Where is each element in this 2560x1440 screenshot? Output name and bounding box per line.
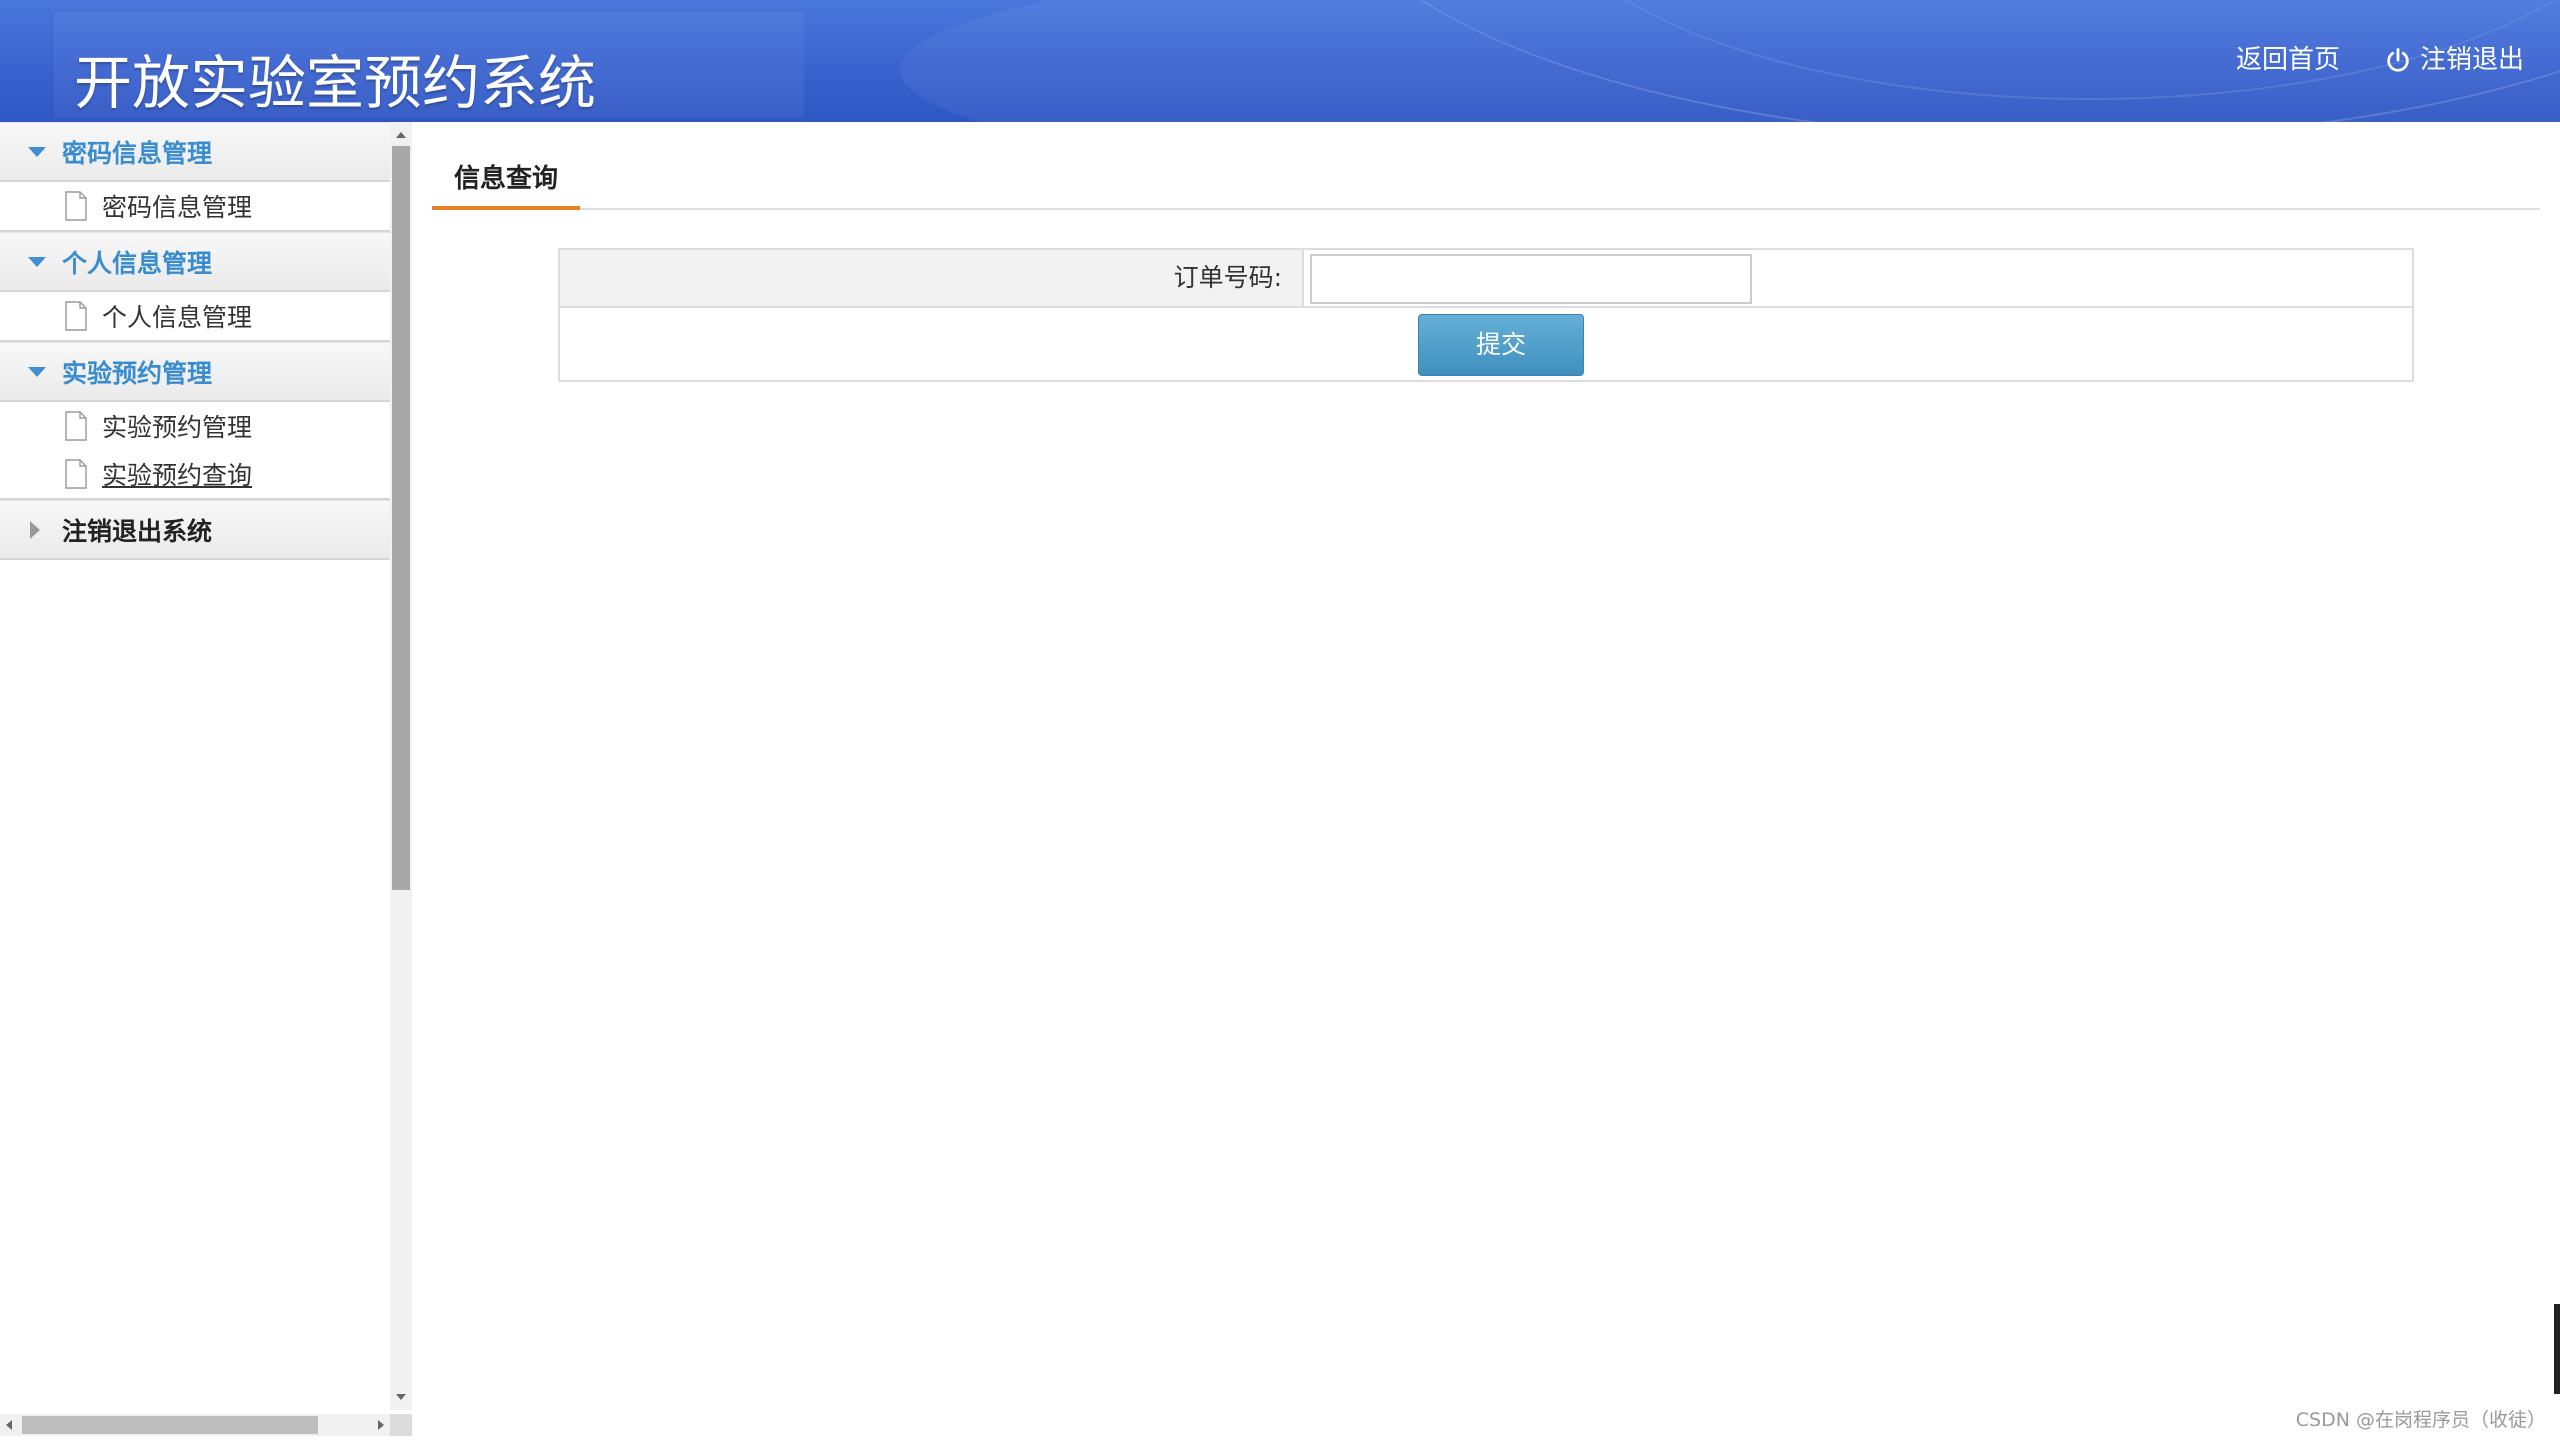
watermark: CSDN @在岗程序员（收徒）: [2295, 1409, 2546, 1431]
home-link[interactable]: 返回首页: [2236, 42, 2340, 78]
sidebar-item-password-manage[interactable]: 密码信息管理: [0, 182, 390, 232]
menu-group-label: 个人信息管理: [62, 248, 213, 278]
scrollbar-thumb[interactable]: [392, 146, 410, 890]
sidebar: 密码信息管理 密码信息管理 个人信息管理 个人信息管理 实验预约管理 实验预约管…: [0, 122, 412, 1440]
tab-info-query[interactable]: 信息查询: [432, 152, 581, 210]
sidebar-item-label: 实验预约查询: [102, 461, 253, 490]
scrollbar-thumb[interactable]: [22, 1416, 318, 1434]
sidebar-item-label: 实验预约管理: [102, 413, 253, 442]
scrollbar-corner: [390, 1414, 412, 1436]
document-icon: [65, 459, 87, 489]
sidebar-item-personal-manage[interactable]: 个人信息管理: [0, 292, 390, 342]
home-link-label: 返回首页: [2236, 45, 2341, 75]
menu-group-booking[interactable]: 实验预约管理: [0, 342, 390, 402]
sidebar-vertical-scrollbar[interactable]: [390, 122, 412, 1410]
tab-bar: 信息查询: [432, 152, 2540, 210]
main-content: 信息查询 订单号码: 提交: [412, 122, 2560, 1440]
order-number-input[interactable]: [1310, 254, 1752, 304]
sidebar-menu: 密码信息管理 密码信息管理 个人信息管理 个人信息管理 实验预约管理 实验预约管…: [0, 122, 390, 560]
scroll-up-arrow-icon[interactable]: [396, 132, 406, 138]
document-icon: [65, 191, 87, 221]
expand-arrow-icon: [28, 366, 46, 377]
expand-arrow-icon: [28, 256, 46, 267]
document-icon: [65, 301, 87, 331]
sidebar-item-booking-manage[interactable]: 实验预约管理: [0, 402, 390, 450]
sidebar-item-label: 密码信息管理: [102, 193, 253, 222]
sidebar-item-booking-query[interactable]: 实验预约查询: [0, 450, 390, 500]
scroll-down-arrow-icon[interactable]: [396, 1394, 406, 1400]
input-cell: [1304, 250, 2414, 306]
collapsed-arrow-icon: [30, 520, 40, 539]
menu-group-label: 实验预约管理: [62, 358, 213, 388]
document-icon: [65, 411, 87, 441]
menu-group-label: 注销退出系统: [62, 516, 213, 546]
logout-link[interactable]: 注销退出: [2384, 42, 2524, 78]
top-header: 开放实验室预约系统 返回首页 注销退出: [0, 0, 2560, 122]
menu-group-personal[interactable]: 个人信息管理: [0, 232, 390, 292]
menu-group-password[interactable]: 密码信息管理: [0, 122, 390, 182]
submit-button[interactable]: 提交: [1418, 314, 1584, 376]
scroll-left-arrow-icon[interactable]: [6, 1420, 12, 1430]
sidebar-horizontal-scrollbar[interactable]: [0, 1414, 390, 1436]
query-form: 订单号码: 提交: [558, 248, 2414, 382]
edge-marker: [2554, 1304, 2560, 1394]
form-row: 订单号码:: [560, 250, 2412, 308]
menu-group-label: 密码信息管理: [62, 138, 213, 168]
scroll-right-arrow-icon[interactable]: [378, 1420, 384, 1430]
sidebar-item-label: 个人信息管理: [102, 303, 253, 332]
logout-link-label: 注销退出: [2420, 45, 2525, 75]
expand-arrow-icon: [28, 146, 46, 157]
menu-group-logout[interactable]: 注销退出系统: [0, 500, 390, 560]
power-icon: [2387, 48, 2409, 72]
app-title: 开放实验室预约系统: [74, 49, 597, 117]
order-number-label: 订单号码:: [560, 250, 1304, 306]
